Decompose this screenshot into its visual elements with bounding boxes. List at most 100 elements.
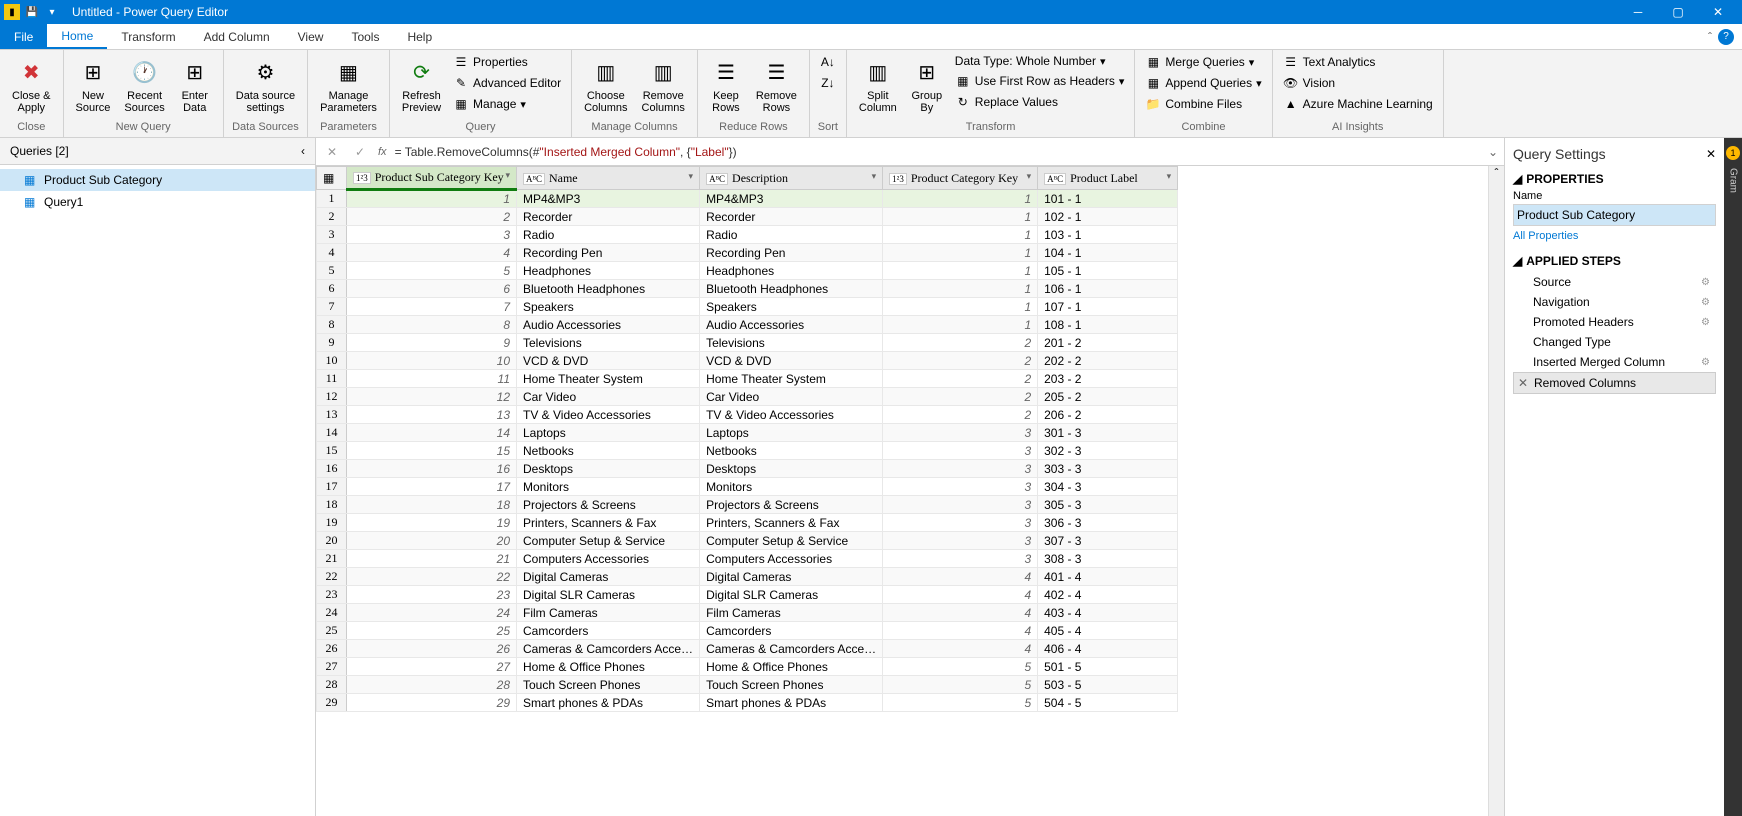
cell[interactable]: Cameras & Camcorders Acce… [517,640,700,658]
cell[interactable]: Digital SLR Cameras [517,586,700,604]
cell[interactable]: 26 [347,640,517,658]
cell[interactable]: Speakers [517,298,700,316]
new-source-button[interactable]: ⊞New Source [70,52,117,118]
row-number[interactable]: 2 [317,208,347,226]
cell[interactable]: Netbooks [517,442,700,460]
column-type-icon[interactable]: 1²3 [889,173,907,185]
cell[interactable]: Camcorders [517,622,700,640]
text-analytics-button[interactable]: ☰Text Analytics [1279,52,1437,72]
gear-icon[interactable]: ⚙ [1701,277,1710,288]
cell[interactable]: 501 - 5 [1038,658,1178,676]
cell[interactable]: 13 [347,406,517,424]
cell[interactable]: 16 [347,460,517,478]
cell[interactable]: 3 [883,532,1038,550]
cell[interactable]: Touch Screen Phones [517,676,700,694]
applied-step[interactable]: Source⚙ [1513,272,1716,292]
row-number[interactable]: 17 [317,478,347,496]
row-number[interactable]: 23 [317,586,347,604]
cell[interactable]: 2 [883,406,1038,424]
cell[interactable]: 2 [883,352,1038,370]
cell[interactable]: 4 [883,640,1038,658]
cell[interactable]: 4 [883,586,1038,604]
cell[interactable]: 103 - 1 [1038,226,1178,244]
cell[interactable]: Digital Cameras [700,568,883,586]
cell[interactable]: 401 - 4 [1038,568,1178,586]
group-by-button[interactable]: ⊞Group By [905,52,949,118]
cell[interactable]: 3 [883,496,1038,514]
cell[interactable]: 1 [883,208,1038,226]
column-header[interactable]: 1²3Product Category Key▾ [883,167,1038,190]
manage-parameters-button[interactable]: ▦Manage Parameters [314,52,383,118]
tab-home[interactable]: Home [47,24,107,49]
row-number[interactable]: 18 [317,496,347,514]
cell[interactable]: 5 [347,262,517,280]
table-row[interactable]: 66Bluetooth HeadphonesBluetooth Headphon… [317,280,1178,298]
manage-button[interactable]: ▦Manage ▾ [449,94,565,114]
cell[interactable]: 203 - 2 [1038,370,1178,388]
column-header[interactable]: AᴮCName▾ [517,167,700,190]
cell[interactable]: 27 [347,658,517,676]
column-type-icon[interactable]: AᴮC [1044,173,1066,185]
cell[interactable]: Recording Pen [700,244,883,262]
cell[interactable]: Televisions [700,334,883,352]
choose-columns-button[interactable]: ▥Choose Columns [578,52,633,118]
cell[interactable]: 20 [347,532,517,550]
table-row[interactable]: 1212Car VideoCar Video2205 - 2 [317,388,1178,406]
cell[interactable]: Car Video [700,388,883,406]
replace-values-button[interactable]: ↻Replace Values [951,92,1129,112]
cell[interactable]: Computer Setup & Service [517,532,700,550]
cell[interactable]: 302 - 3 [1038,442,1178,460]
cell[interactable]: Projectors & Screens [700,496,883,514]
cell[interactable]: Recorder [700,208,883,226]
column-filter-icon[interactable]: ▾ [689,171,694,182]
cell[interactable]: 21 [347,550,517,568]
cell[interactable]: TV & Video Accessories [700,406,883,424]
table-row[interactable]: 1010VCD & DVDVCD & DVD2202 - 2 [317,352,1178,370]
cell[interactable]: 4 [347,244,517,262]
cell[interactable]: 305 - 3 [1038,496,1178,514]
column-filter-icon[interactable]: ▾ [872,171,877,182]
cell[interactable]: Smart phones & PDAs [517,694,700,712]
cell[interactable]: 3 [883,478,1038,496]
tab-help[interactable]: Help [393,24,446,49]
applied-step[interactable]: Changed Type [1513,332,1716,352]
formula-cancel-icon[interactable]: ✕ [322,142,342,162]
row-number[interactable]: 11 [317,370,347,388]
table-row[interactable]: 77SpeakersSpeakers1107 - 1 [317,298,1178,316]
sort-asc-button[interactable]: A↓ [816,52,840,72]
column-type-icon[interactable]: 1²3 [353,172,371,184]
row-number[interactable]: 4 [317,244,347,262]
cell[interactable]: Recorder [517,208,700,226]
applied-step[interactable]: Navigation⚙ [1513,292,1716,312]
cell[interactable]: MP4&MP3 [700,190,883,208]
row-number[interactable]: 15 [317,442,347,460]
row-number[interactable]: 28 [317,676,347,694]
qat-dropdown-icon[interactable]: ▾ [44,4,60,20]
cell[interactable]: 3 [883,424,1038,442]
cell[interactable]: 3 [347,226,517,244]
cell[interactable]: Monitors [700,478,883,496]
cell[interactable]: Car Video [517,388,700,406]
cell[interactable]: 29 [347,694,517,712]
cell[interactable]: 14 [347,424,517,442]
save-icon[interactable]: 💾 [24,4,40,20]
cell[interactable]: Printers, Scanners & Fax [517,514,700,532]
cell[interactable]: TV & Video Accessories [517,406,700,424]
advanced-editor-button[interactable]: ✎Advanced Editor [449,73,565,93]
cell[interactable]: 202 - 2 [1038,352,1178,370]
data-source-settings-button[interactable]: ⚙Data source settings [230,52,301,118]
column-header[interactable]: AᴮCDescription▾ [700,167,883,190]
data-grid[interactable]: ▦1²3Product Sub Category Key▾AᴮCName▾AᴮC… [316,166,1178,712]
row-number[interactable]: 29 [317,694,347,712]
cell[interactable]: 303 - 3 [1038,460,1178,478]
merge-queries-button[interactable]: ▦Merge Queries ▾ [1141,52,1265,72]
column-type-icon[interactable]: AᴮC [523,173,545,185]
row-number[interactable]: 24 [317,604,347,622]
column-filter-icon[interactable]: ▾ [505,170,510,181]
cell[interactable]: Camcorders [700,622,883,640]
column-filter-icon[interactable]: ▾ [1027,171,1032,182]
cell[interactable]: 2 [883,334,1038,352]
cell[interactable]: 17 [347,478,517,496]
enter-data-button[interactable]: ⊞Enter Data [173,52,217,118]
table-row[interactable]: 11MP4&MP3MP4&MP31101 - 1 [317,190,1178,208]
